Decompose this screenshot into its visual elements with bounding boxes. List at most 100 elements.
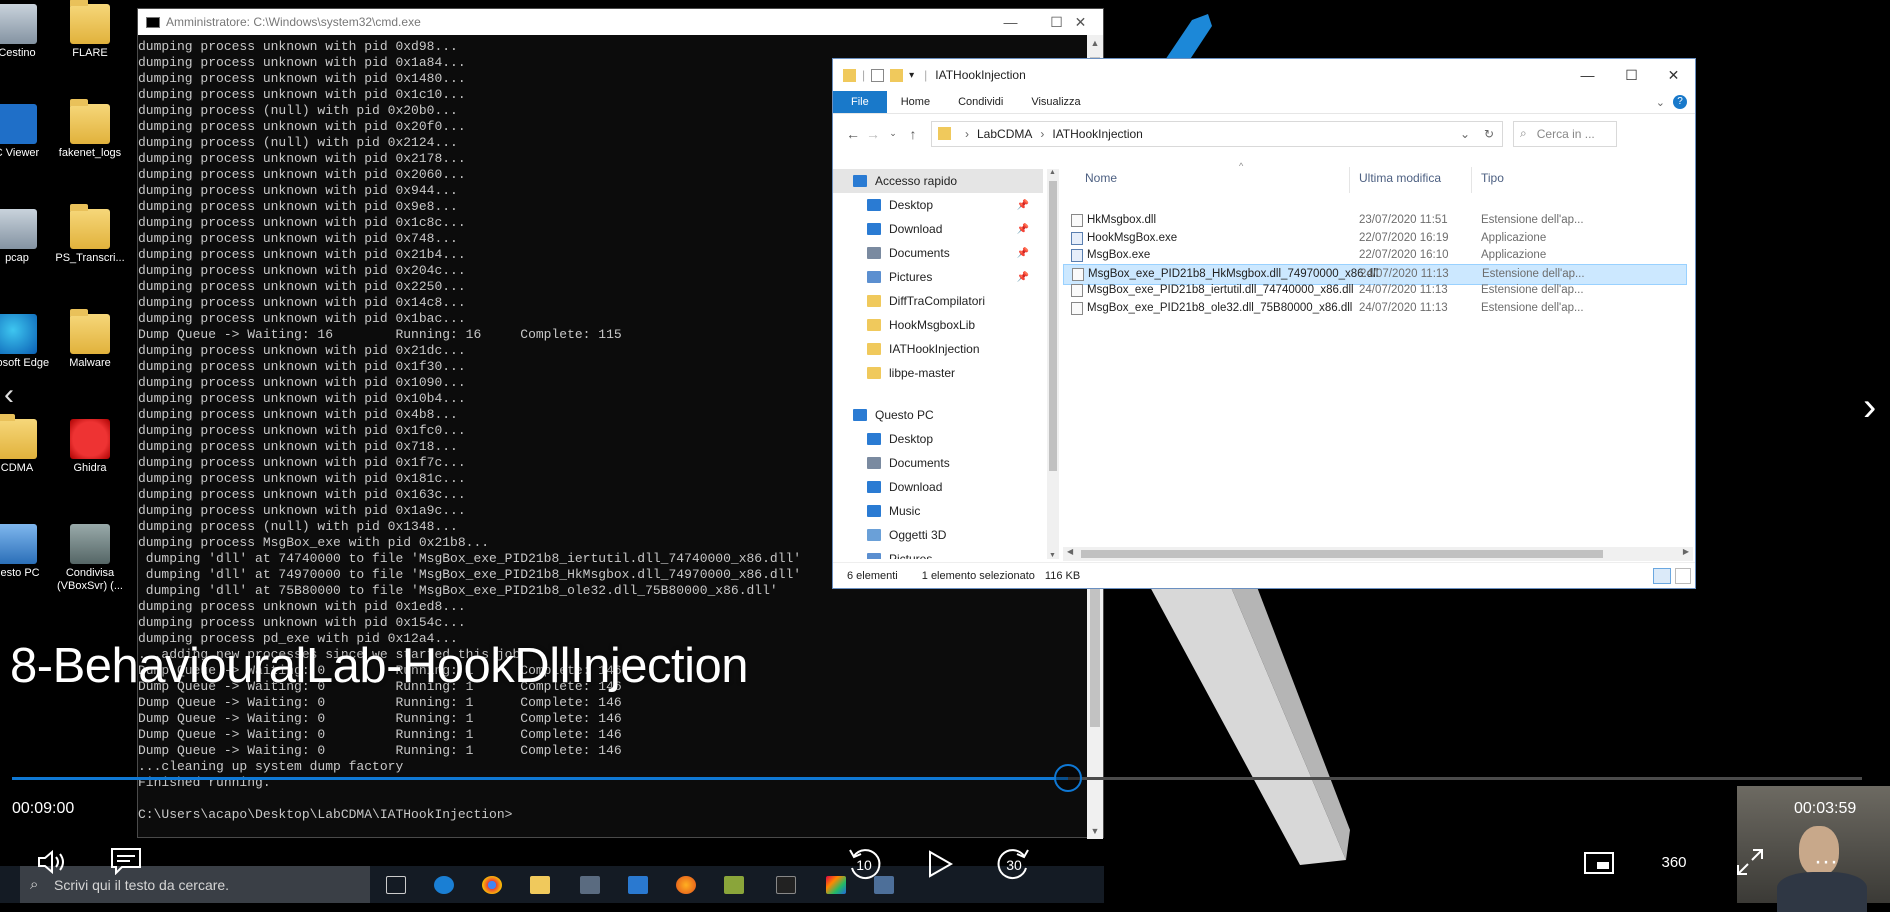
elapsed-time: 00:09:00 [12, 800, 75, 817]
new-folder-icon[interactable] [890, 68, 904, 82]
nav-item-label: Download [889, 480, 943, 494]
firefox-icon[interactable] [676, 876, 696, 894]
pin-icon[interactable]: 📌 [1017, 224, 1029, 235]
details-view-icon[interactable] [1653, 567, 1671, 584]
minimize-button[interactable]: — [1565, 59, 1610, 91]
tab-share[interactable]: Condividi [944, 91, 1017, 113]
scroll-up-icon[interactable]: ▲ [1087, 38, 1103, 48]
pin-icon[interactable]: 📌 [1017, 248, 1029, 259]
desktop-icon-folder[interactable]: fakenet_logs [45, 99, 135, 160]
address-bar[interactable]: › LabCDMA › IATHookInjection ⌄ ↻ [931, 120, 1503, 147]
explorer-window[interactable]: | ▾ | IATHookInjection — ☐ ✕ File Home C… [832, 58, 1696, 589]
notepad-plus-icon[interactable] [724, 876, 744, 894]
desktop-icon-folder[interactable]: Malware [45, 309, 135, 370]
recent-dropdown-icon[interactable]: ⌄ [883, 128, 903, 139]
pin-icon[interactable]: 📌 [1017, 272, 1029, 283]
help-icon[interactable]: ? [1673, 95, 1687, 109]
scroll-right-icon[interactable]: ▶ [1683, 547, 1689, 556]
large-icons-view-icon[interactable] [1675, 567, 1691, 584]
back-icon[interactable]: ← [843, 126, 863, 142]
file-explorer-icon[interactable] [530, 876, 550, 894]
next-video-icon[interactable]: › [1863, 385, 1876, 430]
nav-item[interactable]: Accesso rapido [833, 169, 1043, 193]
miniplayer-icon[interactable] [1582, 850, 1616, 876]
file-row[interactable]: MsgBox_exe_PID21b8_ole32.dll_75B80000_x8… [1063, 299, 1687, 320]
play-button[interactable] [922, 846, 958, 882]
horizontal-scrollbar[interactable]: ◀ ▶ [1063, 547, 1693, 561]
nav-item-label: Documents [889, 246, 950, 260]
nav-item[interactable]: Download [833, 475, 1043, 499]
nav-item[interactable]: HookMsgboxLib [833, 313, 1043, 337]
more-options-icon[interactable]: ··· [1808, 846, 1844, 878]
search-box[interactable]: ⌕ Cerca in ... [1513, 120, 1617, 147]
desktop-icon-network-share[interactable]: Condivisa (VBoxSvr) (... [45, 524, 135, 593]
explorer-titlebar[interactable]: | ▾ | IATHookInjection — ☐ ✕ [833, 59, 1695, 91]
nav-item[interactable]: Documents [833, 451, 1043, 475]
seek-bar[interactable] [12, 764, 1862, 792]
ribbon-expand-icon[interactable]: ⌄ [1656, 96, 1665, 109]
rewind-icon[interactable]: 10 [844, 844, 884, 884]
store-icon[interactable] [580, 876, 600, 894]
address-dropdown-icon[interactable]: ⌄ [1460, 127, 1470, 141]
nav-item[interactable]: Music [833, 499, 1043, 523]
column-header-modified[interactable]: Ultima modifica [1359, 171, 1441, 185]
scroll-up-icon[interactable]: ▲ [1049, 169, 1056, 176]
scroll-thumb[interactable] [1081, 550, 1603, 558]
exe-file-icon [1071, 231, 1083, 245]
tab-home[interactable]: Home [887, 91, 944, 113]
desktop-icon-ghidra[interactable]: Ghidra [45, 419, 135, 475]
column-divider[interactable] [1349, 167, 1350, 193]
nav-item[interactable]: DiffTraCompilatori [833, 289, 1043, 313]
fullscreen-icon[interactable] [1732, 846, 1768, 878]
close-button[interactable]: ✕ [1058, 9, 1103, 35]
mail-icon[interactable] [628, 876, 648, 894]
previous-video-icon[interactable]: ‹ [4, 378, 14, 412]
column-header-name[interactable]: Nome [1085, 171, 1117, 185]
pin-icon[interactable]: 📌 [1017, 200, 1029, 211]
paint-icon[interactable] [826, 876, 846, 894]
refresh-icon[interactable]: ↻ [1484, 127, 1494, 141]
minimize-button[interactable]: — [988, 9, 1033, 35]
volume-icon[interactable] [34, 848, 70, 876]
nav-item[interactable]: Download 📌 [833, 217, 1043, 241]
vr-360-icon[interactable]: 360 [1654, 846, 1694, 878]
file-type: Estensione dell'ap... [1481, 214, 1584, 226]
column-divider[interactable] [1471, 167, 1472, 193]
nav-item[interactable]: Desktop 📌 [833, 193, 1043, 217]
desktop-icon-folder[interactable]: PS_Transcri... [45, 204, 135, 265]
desktop-icon-folder[interactable]: FLARE [45, 0, 135, 60]
up-icon[interactable]: ↑ [903, 126, 923, 142]
close-button[interactable]: ✕ [1651, 59, 1696, 91]
breadcrumb-labcdma[interactable]: LabCDMA [977, 127, 1032, 141]
task-view-icon[interactable] [386, 876, 406, 894]
tab-view[interactable]: Visualizza [1017, 91, 1094, 113]
forward-icon[interactable]: 30 [994, 844, 1034, 884]
tab-file[interactable]: File [833, 91, 887, 113]
captions-icon[interactable] [108, 846, 144, 876]
nav-item[interactable]: IATHookInjection [833, 337, 1043, 361]
cmd-titlebar[interactable]: Amministratore: C:\Windows\system32\cmd.… [138, 9, 1103, 35]
scroll-down-icon[interactable]: ▼ [1049, 552, 1056, 559]
nav-item[interactable]: Pictures 📌 [833, 265, 1043, 289]
navigation-pane-scrollbar[interactable]: ▲ ▼ [1047, 169, 1059, 559]
nav-item[interactable]: libpe-master [833, 361, 1043, 385]
taskbar-search[interactable]: ⌕ Scrivi qui il testo da cercare. [20, 866, 370, 903]
column-header-type[interactable]: Tipo [1481, 171, 1504, 185]
nav-item[interactable]: Questo PC [833, 403, 1043, 427]
forward-icon[interactable]: → [863, 126, 883, 142]
properties-icon[interactable] [871, 68, 885, 82]
nav-item[interactable]: Desktop [833, 427, 1043, 451]
scroll-down-icon[interactable]: ▼ [1087, 826, 1103, 836]
scroll-left-icon[interactable]: ◀ [1067, 547, 1073, 556]
edge-icon[interactable] [434, 876, 454, 894]
chrome-icon[interactable] [482, 876, 502, 894]
scroll-thumb[interactable] [1049, 181, 1057, 471]
quick-access-dropdown-icon[interactable]: ▾ [909, 70, 914, 81]
breadcrumb-iathookinjection[interactable]: IATHookInjection [1052, 127, 1143, 141]
cmd-taskbar-icon[interactable] [776, 876, 796, 894]
nav-item[interactable]: Oggetti 3D [833, 523, 1043, 547]
nav-item[interactable]: Pictures [833, 547, 1043, 559]
maximize-button[interactable]: ☐ [1609, 59, 1654, 91]
desktop-icon-label: Ghidra [73, 462, 107, 474]
nav-item[interactable]: Documents 📌 [833, 241, 1043, 265]
